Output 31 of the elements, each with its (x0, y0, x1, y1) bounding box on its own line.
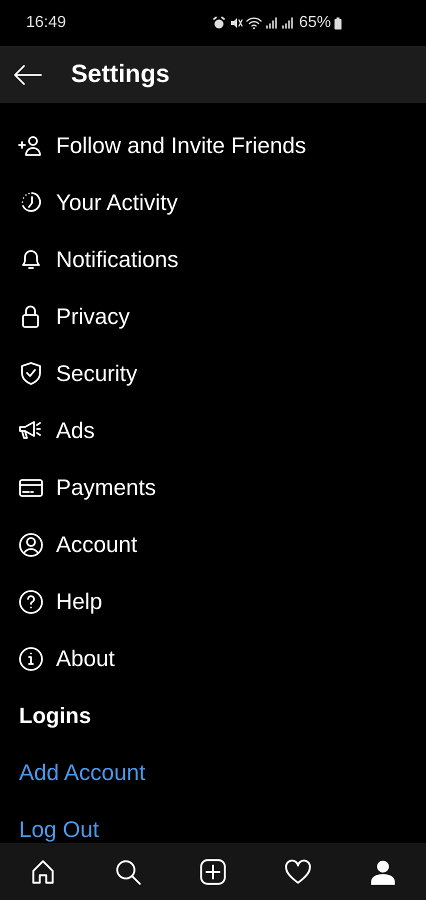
add-post-icon[interactable] (198, 858, 227, 886)
alarm-icon (212, 16, 226, 30)
settings-item[interactable]: Payments (0, 459, 426, 516)
back-arrow-icon[interactable] (13, 64, 43, 86)
signal-icon (280, 16, 294, 30)
settings-item[interactable]: Account (0, 516, 426, 573)
battery-icon (334, 16, 342, 30)
clock-time: 16:49 (26, 14, 66, 32)
settings-item[interactable]: Security (0, 345, 426, 402)
settings-item[interactable]: Ads (0, 402, 426, 459)
profile-icon[interactable] (369, 858, 398, 886)
user-circle-icon (18, 532, 44, 558)
search-icon[interactable] (114, 858, 142, 886)
account-link[interactable]: Add Account (0, 744, 146, 801)
settings-item[interactable]: Privacy (0, 288, 426, 345)
section-heading: Logins (18, 702, 92, 730)
settings-item[interactable]: Help (0, 573, 426, 630)
page-title: Settings (71, 60, 170, 89)
battery-percentage: 65% (298, 14, 331, 32)
help-icon (18, 588, 44, 614)
settings-item[interactable]: Your Activity (0, 174, 426, 231)
settings-item[interactable]: About (0, 630, 426, 687)
settings-item[interactable]: Follow and Invite Friends (0, 117, 426, 174)
mute-icon (228, 16, 243, 30)
account-link[interactable]: Log Out (0, 801, 100, 843)
settings-item[interactable]: Notifications (0, 231, 426, 288)
wifi-icon (246, 16, 262, 30)
heart-icon[interactable] (284, 858, 312, 886)
info-icon (18, 646, 44, 672)
shield-check-icon (18, 360, 44, 386)
signal-icon (264, 16, 278, 30)
